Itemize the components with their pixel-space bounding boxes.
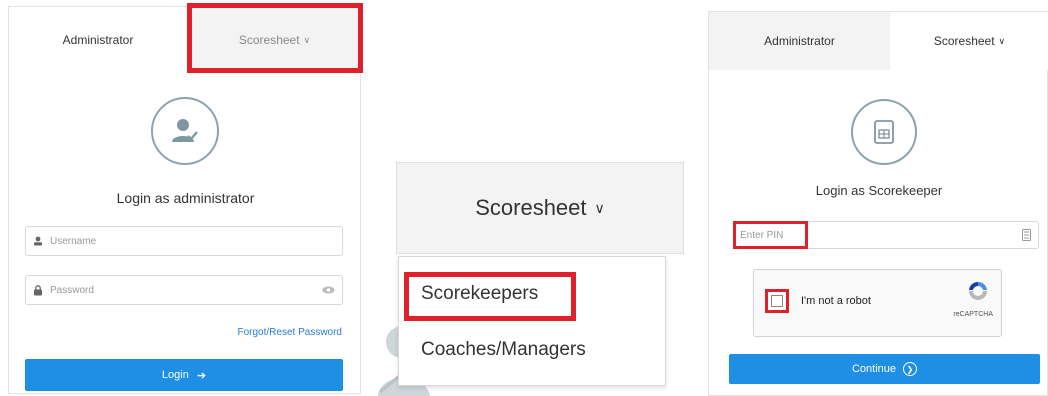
tab-scoresheet[interactable]: Scoresheet ∨ (890, 12, 1048, 70)
recaptcha-brand: reCAPTCHA (953, 311, 993, 318)
username-placeholder: Username (50, 235, 97, 247)
recaptcha-logo-icon (966, 280, 990, 307)
tab-administrator-label: Administrator (764, 34, 835, 48)
menu-item-scorekeepers[interactable]: Scorekeepers (421, 283, 538, 305)
username-field[interactable]: Username (25, 226, 343, 256)
pin-placeholder: Enter PIN (740, 229, 784, 241)
password-placeholder: Password (50, 284, 94, 296)
login-button[interactable]: Login ➔ (25, 359, 343, 391)
continue-button[interactable]: Continue ❯ (729, 354, 1040, 384)
user-icon (26, 236, 50, 246)
forgot-password-link[interactable]: Forgot/Reset Password (238, 327, 343, 338)
login-button-label: Login (161, 369, 189, 381)
admin-user-icon (151, 97, 219, 165)
scorekeeper-login-title: Login as Scorekeeper (815, 183, 943, 198)
arrow-right-icon: ➔ (196, 369, 207, 382)
lock-icon (26, 284, 50, 296)
tab-scoresheet-label: Scoresheet (238, 33, 300, 47)
pin-field[interactable]: Enter PIN (733, 221, 1039, 249)
tab-administrator[interactable]: Administrator (9, 7, 187, 73)
tab-administrator-label: Administrator (62, 33, 134, 47)
scoresheet-icon (851, 99, 917, 165)
scoresheet-header-label: Scoresheet (475, 195, 587, 220)
recaptcha-widget: I'm not a robot reCAPTCHA (753, 269, 1002, 337)
password-field[interactable]: Password (25, 275, 343, 305)
admin-login-title: Login as administrator (116, 190, 255, 206)
scorekeeper-login-panel: Administrator Scoresheet ∨ Login as Scor… (708, 11, 1048, 396)
admin-login-panel: Administrator Scoresheet ∨ Login as admi… (8, 3, 363, 394)
chevron-down-icon: ∨ (594, 199, 605, 216)
calculator-icon (1014, 229, 1038, 241)
scoresheet-dropdown-toggle[interactable]: Scoresheet ∨ (396, 162, 684, 254)
continue-button-label: Continue (851, 363, 897, 375)
eye-icon[interactable] (314, 286, 342, 294)
recaptcha-checkbox[interactable] (765, 289, 789, 313)
recaptcha-label: I'm not a robot (801, 295, 871, 307)
tab-scoresheet[interactable]: Scoresheet ∨ (187, 7, 362, 73)
chevron-down-icon: ∨ (303, 34, 311, 45)
menu-item-coaches-managers[interactable]: Coaches/Managers (421, 339, 586, 361)
tab-scoresheet-label: Scoresheet (933, 34, 995, 48)
scoresheet-dropdown-menu: Scorekeepers Coaches/Managers (398, 256, 666, 386)
tab-administrator[interactable]: Administrator (709, 12, 890, 70)
arrow-circle-right-icon: ❯ (903, 362, 918, 376)
scoresheet-dropdown-panel: Scoresheet ∨ Scorekeepers Coaches/Manage… (378, 162, 686, 396)
chevron-down-icon: ∨ (998, 35, 1006, 46)
